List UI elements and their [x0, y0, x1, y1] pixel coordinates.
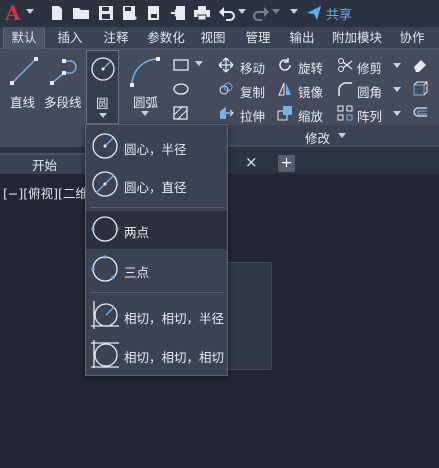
modify-panel-expand-icon[interactable]	[338, 133, 346, 138]
copy-icon[interactable]	[218, 81, 234, 97]
menu-item-label: 圆心，直径	[124, 180, 187, 195]
redo-icon[interactable]	[252, 4, 270, 22]
stretch-icon[interactable]	[218, 105, 234, 121]
print-icon[interactable]	[193, 4, 211, 22]
menu-separator	[90, 207, 224, 208]
import-icon[interactable]	[170, 4, 188, 22]
redo-dropdown-icon[interactable]	[272, 9, 280, 14]
circle-dropdown-icon[interactable]	[99, 113, 107, 118]
app-menu-arrow-icon[interactable]	[26, 9, 34, 14]
app-logo[interactable]: A	[5, 1, 21, 25]
mirror-icon[interactable]	[277, 81, 293, 97]
menu-item-two-point[interactable]: 两点	[86, 211, 227, 249]
menu-item-tan-tan-radius[interactable]: 相切，相切，半径	[86, 297, 227, 335]
scale-label[interactable]: 缩放	[298, 106, 323, 125]
tab-insert[interactable]: 插入	[50, 27, 90, 49]
start-tab-label[interactable]: 开始	[32, 155, 57, 174]
polyline-label[interactable]: 多段线	[44, 92, 82, 111]
rotate-icon[interactable]	[277, 57, 293, 73]
line-label[interactable]: 直线	[10, 92, 35, 111]
copy-label[interactable]: 复制	[240, 82, 265, 101]
rotate-label[interactable]: 旋转	[298, 58, 323, 77]
circle-button[interactable]: 圆	[86, 50, 119, 124]
menu-separator	[90, 292, 224, 293]
share-label: 共享	[326, 7, 353, 23]
polyline-icon[interactable]	[48, 55, 80, 87]
arc-icon[interactable]	[128, 55, 162, 89]
tab-parametric[interactable]: 参数化	[140, 27, 192, 49]
menu-item-label: 三点	[124, 265, 150, 280]
erase-icon[interactable]	[411, 57, 429, 73]
circle-dropdown-menu: 圆心，半径 圆心，直径 两点 三点 相切，相切，半径 相切，相切，相切	[85, 124, 228, 376]
mirror-label[interactable]: 镜像	[298, 82, 323, 101]
arc-dropdown-icon[interactable]	[141, 111, 149, 116]
tab-addins[interactable]: 附加模块	[328, 27, 386, 49]
open-folder-icon[interactable]	[72, 4, 90, 22]
export-icon[interactable]	[145, 4, 163, 22]
menu-item-label: 相切，相切，半径	[124, 311, 225, 326]
undo-icon[interactable]	[218, 4, 236, 22]
circle-2point-icon	[91, 216, 119, 242]
move-label[interactable]: 移动	[240, 58, 265, 77]
modify-panel-title[interactable]: 修改	[305, 128, 330, 147]
array-dropdown-icon[interactable]	[393, 111, 401, 116]
menu-item-center-diameter[interactable]: 圆心，直径	[86, 166, 227, 204]
explode-icon[interactable]	[411, 81, 429, 97]
array-icon[interactable]	[337, 105, 353, 121]
tab-annotate[interactable]: 注释	[96, 27, 136, 49]
hatch-icon[interactable]	[172, 105, 190, 121]
rectangle-icon[interactable]	[172, 57, 190, 73]
circle-center-diameter-icon	[92, 171, 118, 197]
line-icon[interactable]	[8, 55, 40, 87]
tab-collaborate[interactable]: 协作	[392, 27, 432, 49]
offset-icon[interactable]	[411, 105, 429, 121]
rectangle-dropdown-icon[interactable]	[195, 61, 203, 66]
move-icon[interactable]	[218, 57, 234, 73]
menu-item-tan-tan-tan[interactable]: 相切，相切，相切	[86, 336, 227, 374]
circle-ttt-icon	[91, 340, 119, 368]
trim-label[interactable]: 修剪	[357, 58, 382, 77]
paper-plane-icon	[307, 6, 321, 20]
fillet-icon[interactable]	[337, 81, 353, 97]
quick-access-toolbar: A 共享	[0, 0, 439, 27]
customize-toolbar-icon[interactable]	[290, 9, 298, 14]
new-file-icon[interactable]	[48, 4, 66, 22]
circle-icon	[91, 57, 115, 81]
trim-dropdown-icon[interactable]	[393, 63, 401, 68]
fillet-label[interactable]: 圆角	[357, 82, 382, 101]
viewport-controls-label[interactable]: [−][俯视][二维	[3, 183, 88, 202]
new-tab-button[interactable]: +	[278, 155, 295, 172]
tab-manage[interactable]: 管理	[238, 27, 278, 49]
menu-item-label: 两点	[124, 225, 150, 240]
stretch-label[interactable]: 拉伸	[240, 106, 265, 125]
ellipse-icon[interactable]	[172, 81, 190, 97]
circle-ttr-icon	[91, 301, 119, 329]
save-as-icon[interactable]	[121, 4, 139, 22]
circle-center-radius-icon	[92, 133, 118, 159]
array-label[interactable]: 阵列	[357, 106, 382, 125]
tab-default[interactable]: 默认	[3, 27, 45, 49]
trim-icon[interactable]	[337, 57, 353, 73]
ribbon-tabs: 默认 插入 注释 参数化 视图 管理 输出 附加模块 协作	[0, 27, 439, 49]
close-tab-icon[interactable]: ×	[245, 153, 258, 171]
fillet-dropdown-icon[interactable]	[393, 87, 401, 92]
undo-dropdown-icon[interactable]	[238, 9, 246, 14]
share-button[interactable]: 共享	[306, 3, 352, 23]
menu-item-three-point[interactable]: 三点	[86, 251, 227, 289]
circle-label: 圆	[96, 96, 109, 111]
menu-item-label: 圆心，半径	[124, 142, 187, 157]
arc-label[interactable]: 圆弧	[133, 92, 158, 111]
menu-item-center-radius[interactable]: 圆心，半径	[86, 128, 227, 166]
save-icon[interactable]	[97, 4, 115, 22]
tab-view[interactable]: 视图	[194, 27, 232, 49]
scale-icon[interactable]	[277, 105, 293, 121]
circle-3point-icon	[91, 255, 118, 282]
menu-item-label: 相切，相切，相切	[124, 350, 225, 365]
tab-output[interactable]: 输出	[282, 27, 322, 49]
